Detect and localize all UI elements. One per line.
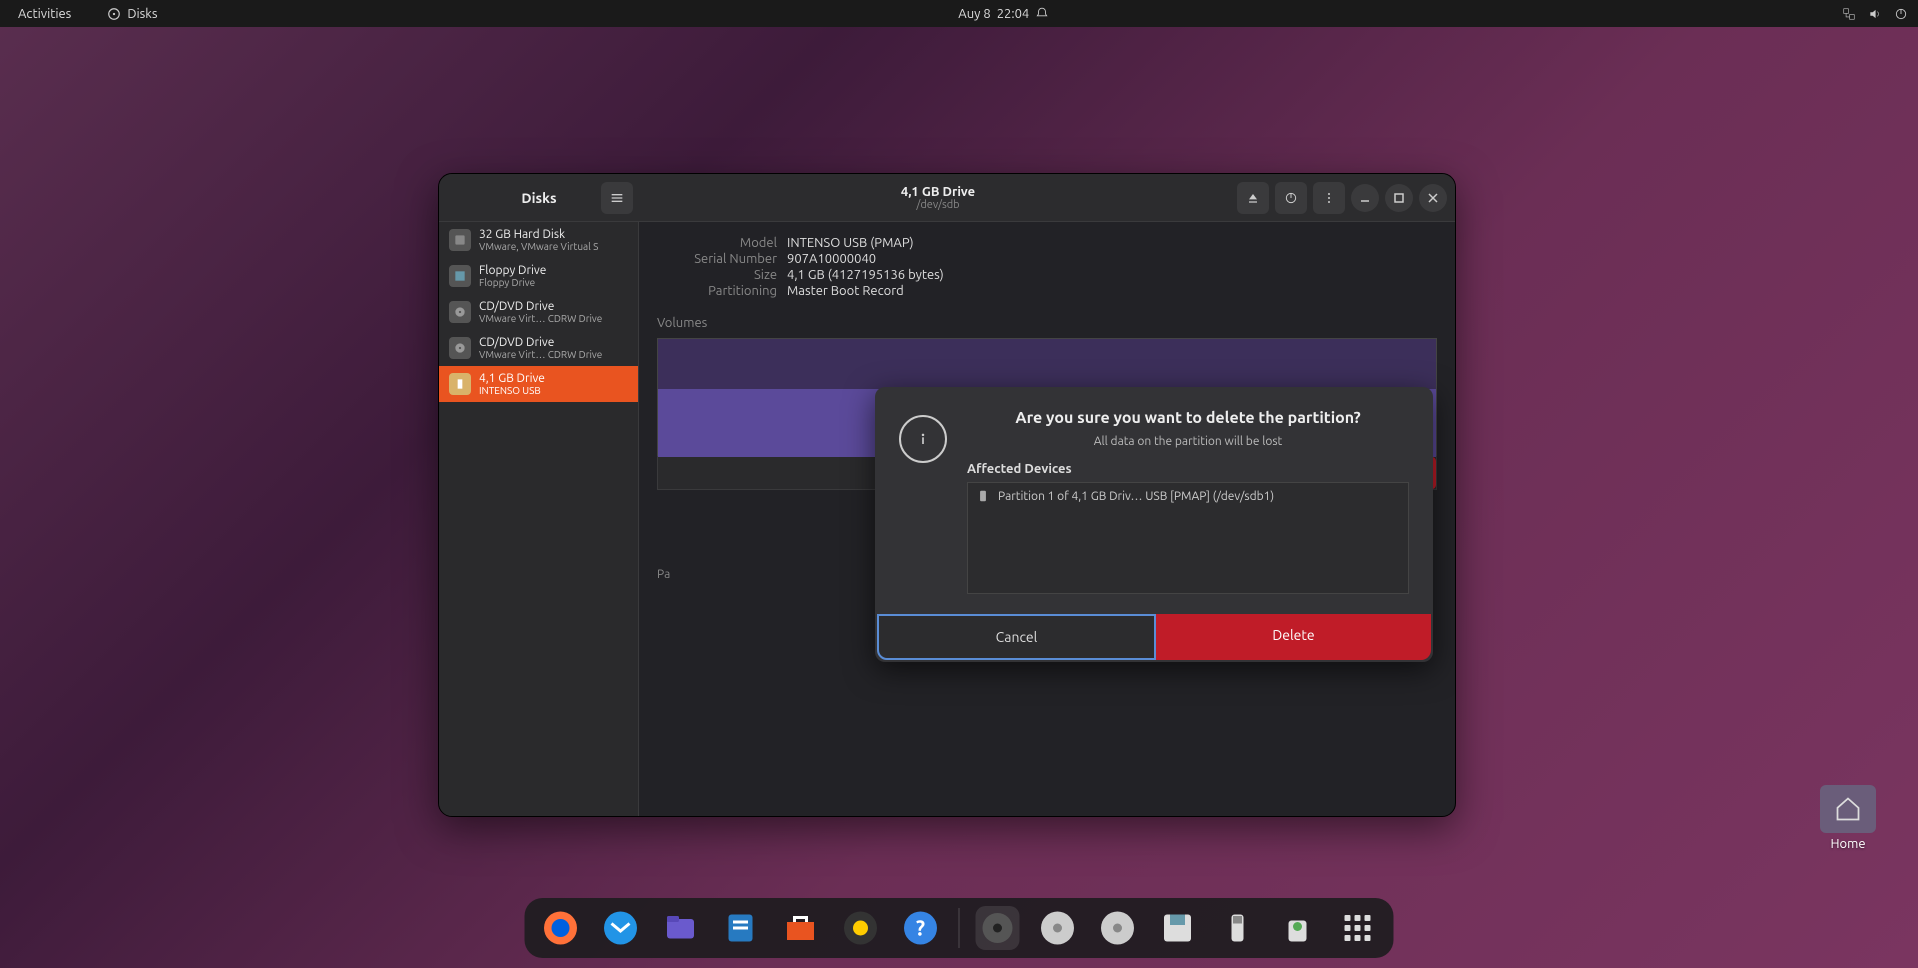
current-app-name: Disks bbox=[127, 7, 157, 21]
close-icon bbox=[1427, 192, 1439, 204]
hamburger-icon bbox=[609, 190, 625, 206]
power-off-drive-button[interactable] bbox=[1275, 182, 1307, 214]
dock-app-grid[interactable] bbox=[1336, 906, 1380, 950]
home-icon bbox=[1834, 795, 1862, 823]
drive-details-panel: ModelINTENSO USB (PMAP) Serial Number907… bbox=[639, 222, 1455, 816]
hdd-icon bbox=[449, 229, 471, 251]
current-app-indicator[interactable]: Disks bbox=[99, 3, 165, 25]
svg-text:?: ? bbox=[916, 916, 925, 940]
sidebar-drive-cd1[interactable]: CD/DVD DriveVMware Virt… CDRW Drive bbox=[439, 294, 638, 330]
dock-disks[interactable] bbox=[976, 906, 1020, 950]
floppy-icon bbox=[449, 265, 471, 287]
serial-value: 907A10000040 bbox=[787, 252, 876, 266]
power-icon bbox=[1283, 190, 1299, 206]
dialog-title: Are you sure you want to delete the part… bbox=[967, 409, 1409, 427]
size-label: Size bbox=[657, 268, 787, 282]
dock-writer[interactable] bbox=[719, 906, 763, 950]
drive-menu-button[interactable] bbox=[1313, 182, 1345, 214]
power-icon[interactable] bbox=[1894, 7, 1908, 21]
window-title: 4,1 GB Drive bbox=[901, 185, 975, 199]
network-icon[interactable] bbox=[1842, 7, 1856, 21]
model-value: INTENSO USB (PMAP) bbox=[787, 236, 914, 250]
affected-device-text: Partition 1 of 4,1 GB Driv… USB [PMAP] (… bbox=[998, 490, 1274, 503]
maximize-icon bbox=[1393, 192, 1405, 204]
top-bar: Activities Disks Auy 8 22:04 bbox=[0, 0, 1918, 27]
dock-thunderbird[interactable] bbox=[599, 906, 643, 950]
affected-devices-header: Affected Devices bbox=[967, 462, 1409, 476]
dock-firefox[interactable] bbox=[539, 906, 583, 950]
affected-device-row: Partition 1 of 4,1 GB Driv… USB [PMAP] (… bbox=[976, 489, 1400, 503]
volume-icon[interactable] bbox=[1868, 7, 1882, 21]
maximize-button[interactable] bbox=[1385, 184, 1413, 212]
size-value: 4,1 GB (4127195136 bytes) bbox=[787, 268, 944, 282]
cancel-button[interactable]: Cancel bbox=[877, 614, 1156, 660]
dock-cd-drive-2[interactable] bbox=[1096, 906, 1140, 950]
topbar-time[interactable]: 22:04 bbox=[997, 7, 1030, 21]
sidebar-drive-floppy[interactable]: Floppy DriveFloppy Drive bbox=[439, 258, 638, 294]
dock-trash[interactable] bbox=[1276, 906, 1320, 950]
dialog-subtitle: All data on the partition will be lost bbox=[967, 435, 1409, 448]
hamburger-menu-button[interactable] bbox=[601, 182, 633, 214]
disks-window: Disks 4,1 GB Drive /dev/sdb 32 GB Hard D… bbox=[438, 173, 1456, 817]
desktop-home-folder[interactable]: Home bbox=[1820, 785, 1876, 851]
close-button[interactable] bbox=[1419, 184, 1447, 212]
affected-devices-list: Partition 1 of 4,1 GB Driv… USB [PMAP] (… bbox=[967, 482, 1409, 594]
activities-button[interactable]: Activities bbox=[10, 3, 79, 25]
disks-app-icon bbox=[107, 7, 121, 21]
desktop-home-label: Home bbox=[1830, 837, 1865, 851]
serial-label: Serial Number bbox=[657, 252, 787, 266]
sidebar-drive-usb[interactable]: 4,1 GB DriveINTENSO USB bbox=[439, 366, 638, 402]
minimize-button[interactable] bbox=[1351, 184, 1379, 212]
dock-files[interactable] bbox=[659, 906, 703, 950]
dock: ? bbox=[525, 898, 1394, 958]
info-icon bbox=[899, 415, 947, 463]
cd-icon bbox=[449, 301, 471, 323]
minimize-icon bbox=[1359, 192, 1371, 204]
cd-icon bbox=[449, 337, 471, 359]
notification-icon[interactable] bbox=[1035, 7, 1049, 21]
dock-cd-drive-1[interactable] bbox=[1036, 906, 1080, 950]
window-titlebar: Disks 4,1 GB Drive /dev/sdb bbox=[439, 174, 1455, 222]
dock-software[interactable] bbox=[779, 906, 823, 950]
partitioning-label: Partitioning bbox=[657, 284, 787, 298]
volumes-header: Volumes bbox=[657, 316, 1437, 330]
dock-rhythmbox[interactable] bbox=[839, 906, 883, 950]
dock-floppy[interactable] bbox=[1156, 906, 1200, 950]
kebab-icon bbox=[1321, 190, 1337, 206]
partitioning-value: Master Boot Record bbox=[787, 284, 904, 298]
usb-small-icon bbox=[976, 489, 990, 503]
usb-icon bbox=[449, 373, 471, 395]
confirm-delete-dialog: Are you sure you want to delete the part… bbox=[875, 387, 1433, 662]
sidebar-drive-hdd[interactable]: 32 GB Hard DiskVMware, VMware Virtual S bbox=[439, 222, 638, 258]
dock-usb-drive[interactable] bbox=[1216, 906, 1260, 950]
dock-help[interactable]: ? bbox=[899, 906, 943, 950]
dock-separator bbox=[959, 908, 960, 948]
model-label: Model bbox=[657, 236, 787, 250]
window-subtitle: /dev/sdb bbox=[916, 199, 959, 211]
drive-list-sidebar: 32 GB Hard DiskVMware, VMware Virtual S … bbox=[439, 222, 639, 816]
eject-icon bbox=[1245, 190, 1261, 206]
topbar-date[interactable]: Auy 8 bbox=[958, 7, 990, 21]
eject-button[interactable] bbox=[1237, 182, 1269, 214]
delete-button[interactable]: Delete bbox=[1156, 614, 1431, 660]
app-title: Disks bbox=[521, 190, 556, 206]
sidebar-drive-cd2[interactable]: CD/DVD DriveVMware Virt… CDRW Drive bbox=[439, 330, 638, 366]
